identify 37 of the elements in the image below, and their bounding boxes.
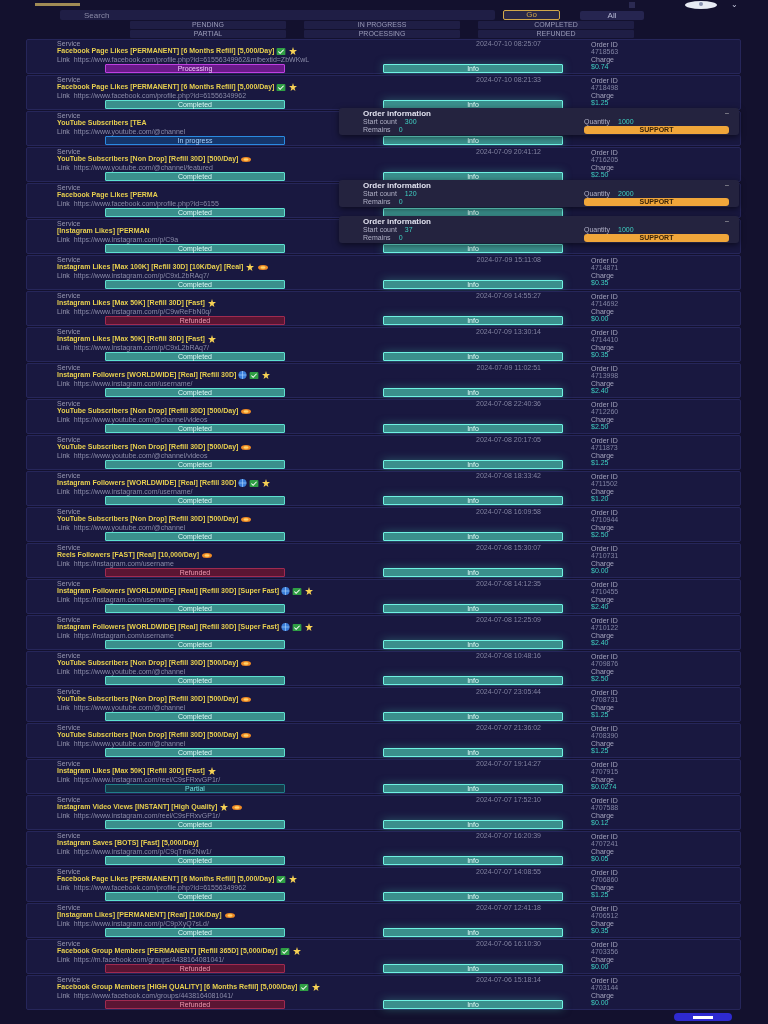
scroll-top-button[interactable]: [674, 1013, 732, 1021]
check-icon: [276, 875, 287, 883]
bar-icon: [693, 1015, 713, 1019]
popover-title: Order information: [363, 181, 431, 190]
star-icon: [288, 875, 299, 883]
check-icon: [249, 371, 260, 379]
star-icon: [245, 263, 256, 271]
globe-icon: [281, 623, 291, 631]
star-icon: [311, 983, 322, 991]
search-field[interactable]: Search: [60, 10, 495, 20]
star-icon: [288, 83, 299, 91]
globe-icon: [238, 371, 248, 379]
popover-title: Order information: [363, 217, 431, 226]
globe-icon: [281, 587, 291, 595]
star-icon: [291, 947, 302, 955]
check-icon: [276, 83, 287, 91]
star-icon: [206, 767, 217, 775]
check-icon: [292, 587, 303, 595]
check-icon: [279, 947, 290, 955]
popover-title: Order information: [363, 109, 431, 118]
star-icon: [206, 299, 217, 307]
globe-icon: [238, 479, 248, 487]
menu-toggle[interactable]: ⌄: [731, 0, 738, 9]
all-button[interactable]: All: [580, 10, 644, 20]
star-icon: [261, 479, 272, 487]
check-icon: [299, 983, 310, 991]
check-icon: [292, 623, 303, 631]
go-button[interactable]: Go: [503, 10, 560, 20]
star-icon: [206, 335, 217, 343]
star-icon: [261, 371, 272, 379]
check-icon: [276, 47, 287, 55]
avatar-icon[interactable]: [685, 0, 717, 9]
star-icon: [304, 623, 315, 631]
star-icon: [219, 803, 230, 811]
star-icon: [304, 587, 315, 595]
star-icon: [288, 47, 299, 55]
check-icon: [249, 479, 260, 487]
